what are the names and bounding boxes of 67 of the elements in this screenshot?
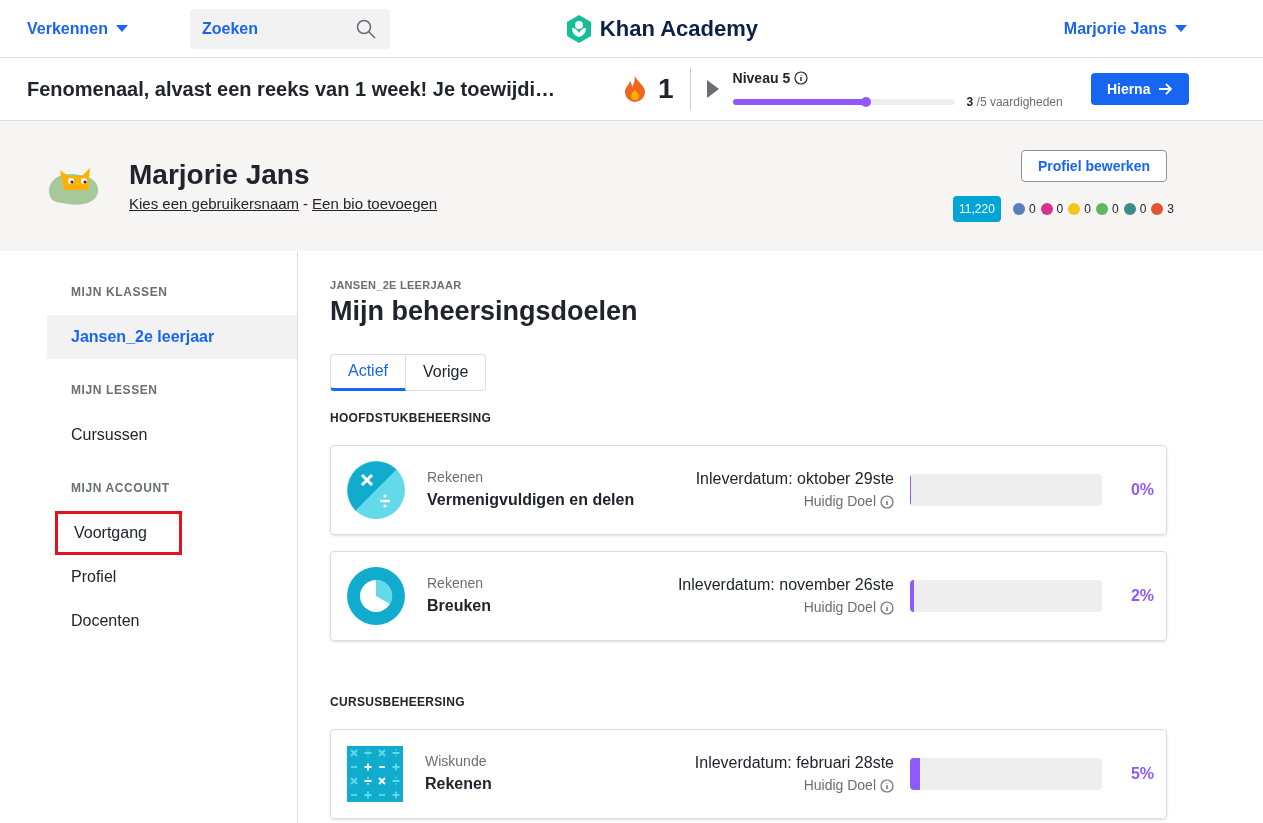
goal-subject: Rekenen (427, 574, 485, 593)
sidebar-item[interactable]: Docenten (47, 599, 297, 643)
progress-percent: 2% (1129, 585, 1155, 606)
badge-count: 0 (1139, 201, 1147, 218)
user-menu[interactable]: Marjorie Jans (1063, 16, 1236, 41)
badge-count: 0 (1111, 201, 1119, 218)
goal-card[interactable]: Wiskunde Rekenen Inleverdatum: februari 28ste Huidig Doel 5% (330, 728, 1167, 819)
tab[interactable]: Vorige (406, 353, 487, 391)
goal-card[interactable]: Rekenen Vermenigvuldigen en delen Inleverdatum: oktober 29ste Huidig Doel 0% (330, 444, 1167, 535)
goal-subject: Wiskunde (425, 752, 488, 771)
streak-message: Fenomenaal, alvast een reeks van 1 week! Je toewijdi… (27, 77, 557, 102)
due-date: Inleverdatum: februari 28ste (694, 753, 894, 773)
caret-icon (1175, 24, 1187, 33)
multiply-divide-icon (347, 460, 405, 519)
goal-title: Breuken (427, 596, 493, 616)
sidebar-item[interactable]: Jansen_2e leerjaar (47, 315, 297, 359)
edit-profile-button[interactable]: Profiel bewerken (1020, 150, 1167, 182)
flame-icon (624, 76, 646, 102)
section-heading: MIJN ACCOUNT (70, 480, 171, 497)
skills-count: 3 /5 vaardigheden (966, 93, 1063, 111)
username-link[interactable]: Kies een gebruikersnaam (129, 192, 300, 216)
progress-percent: 5% (1129, 763, 1155, 784)
profile-name: Marjorie Jans (129, 157, 311, 192)
goal-title: Rekenen (425, 774, 493, 794)
goal-card[interactable]: Rekenen Breuken Inleverdatum: november 26ste Huidig Doel 2% (330, 550, 1167, 641)
goal-title: Vermenigvuldigen en delen (427, 490, 636, 510)
goal-label: Huidig Doel (803, 776, 876, 795)
badge-count: 0 (1084, 201, 1091, 218)
streak-count: 1 (658, 72, 674, 106)
section-heading: MIJN LESSEN (70, 382, 159, 399)
section-heading: HOOFDSTUKBEHEERSING (330, 409, 493, 427)
search-icon (356, 18, 376, 39)
explore-menu[interactable]: Verkennen (27, 16, 190, 41)
next-button[interactable]: Hierna (1090, 73, 1189, 105)
due-date: Inleverdatum: oktober 29ste (695, 469, 894, 489)
info-icon (794, 71, 809, 85)
play-icon[interactable] (706, 80, 719, 98)
due-date: Inleverdatum: november 26ste (677, 575, 894, 595)
logo-text[interactable]: Khan Academy (599, 12, 758, 45)
section-heading: MIJN KLASSEN (70, 284, 169, 301)
progress-percent: 0% (1129, 479, 1155, 500)
bio-link[interactable]: Een bio toevoegen (312, 192, 438, 216)
pie-chart-icon (347, 566, 405, 625)
points-badge: 11,220 (953, 196, 1001, 222)
section-heading: CURSUSBEHEERSING (330, 693, 466, 711)
info-icon (880, 600, 894, 615)
goal-label: Huidig Doel (803, 492, 876, 511)
class-label: JANSEN_2E LEERJAAR (330, 278, 463, 293)
badge-count: 0 (1056, 201, 1064, 218)
badge-count: 0 (1028, 201, 1036, 218)
tab[interactable]: Actief (330, 353, 406, 391)
search-field[interactable]: Zoeken (190, 8, 390, 49)
sidebar-item[interactable]: Profiel (47, 555, 297, 599)
arrow-right-icon (1158, 83, 1173, 95)
logo-icon (565, 14, 592, 43)
sidebar-item[interactable]: Voortgang (55, 511, 182, 555)
separator: - (303, 193, 309, 214)
goal-label: Huidig Doel (803, 598, 876, 617)
badge-count: 3 (1167, 201, 1174, 218)
sidebar-item[interactable]: Cursussen (47, 413, 297, 457)
info-icon (880, 778, 894, 793)
goal-subject: Rekenen (427, 468, 485, 487)
math-symbols-icon (347, 745, 403, 802)
page-title: Mijn beheersingsdoelen (330, 294, 639, 328)
info-icon (880, 494, 894, 509)
level-title: Niveau 5 (732, 68, 791, 88)
caret-icon (115, 24, 128, 33)
